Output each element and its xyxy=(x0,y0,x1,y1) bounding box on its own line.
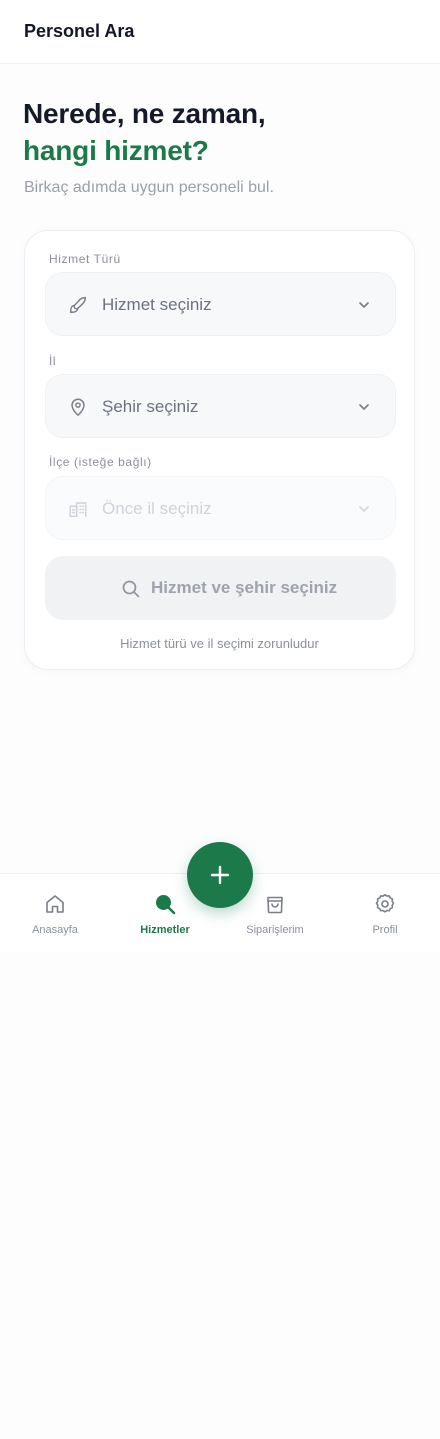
nav-label: Siparişlerim xyxy=(246,924,304,936)
nav-label: Hizmetler xyxy=(140,924,190,936)
chevron-down-icon xyxy=(359,506,369,512)
hero-subtitle: Birkaç adımda uygun personeli bul. xyxy=(24,179,274,196)
search-form-card: Hizmet Türü Hizmet seçiniz İl Şehir seçi… xyxy=(24,230,415,670)
map-pin-icon xyxy=(71,398,85,416)
nav-item-profil[interactable]: Profil xyxy=(330,892,440,936)
page-title: Personel Ara xyxy=(24,21,135,41)
chevron-down-icon xyxy=(359,302,369,308)
gear-icon xyxy=(375,894,395,913)
city-label: İl xyxy=(49,354,57,368)
city-value: Şehir seçiniz xyxy=(102,397,199,416)
city-select[interactable]: Şehir seçiniz xyxy=(45,374,396,438)
plus-icon xyxy=(210,865,230,885)
nav-item-anasayfa[interactable]: Anasayfa xyxy=(0,892,110,936)
service-type-label: Hizmet Türü xyxy=(49,252,121,266)
district-value: Önce il seçiniz xyxy=(102,499,212,518)
home-icon xyxy=(46,895,64,913)
search-button-label: Hizmet ve şehir seçiniz xyxy=(151,578,338,597)
add-button[interactable] xyxy=(187,842,253,908)
search-icon xyxy=(156,895,176,915)
district-label: İlçe (isteğe bağlı) xyxy=(49,455,152,469)
hero-title-line1: Nerede, ne zaman, xyxy=(23,98,266,129)
required-hint: Hizmet türü ve il seçimi zorunludur xyxy=(120,636,319,651)
building-icon xyxy=(69,502,87,518)
service-type-value: Hizmet seçiniz xyxy=(102,295,212,314)
nav-label: Anasayfa xyxy=(32,924,78,936)
app-header: Personel Ara xyxy=(0,0,440,64)
chevron-down-icon xyxy=(359,404,369,410)
shopping-bag-icon xyxy=(267,896,283,914)
hero-title-line2: hangi hizmet? xyxy=(23,135,209,166)
search-icon xyxy=(122,580,140,598)
search-button[interactable]: Hizmet ve şehir seçiniz xyxy=(45,556,396,620)
service-type-select[interactable]: Hizmet seçiniz xyxy=(45,272,396,336)
brush-icon xyxy=(69,296,87,314)
nav-label: Profil xyxy=(372,924,398,936)
district-select[interactable]: Önce il seçiniz xyxy=(45,476,396,540)
